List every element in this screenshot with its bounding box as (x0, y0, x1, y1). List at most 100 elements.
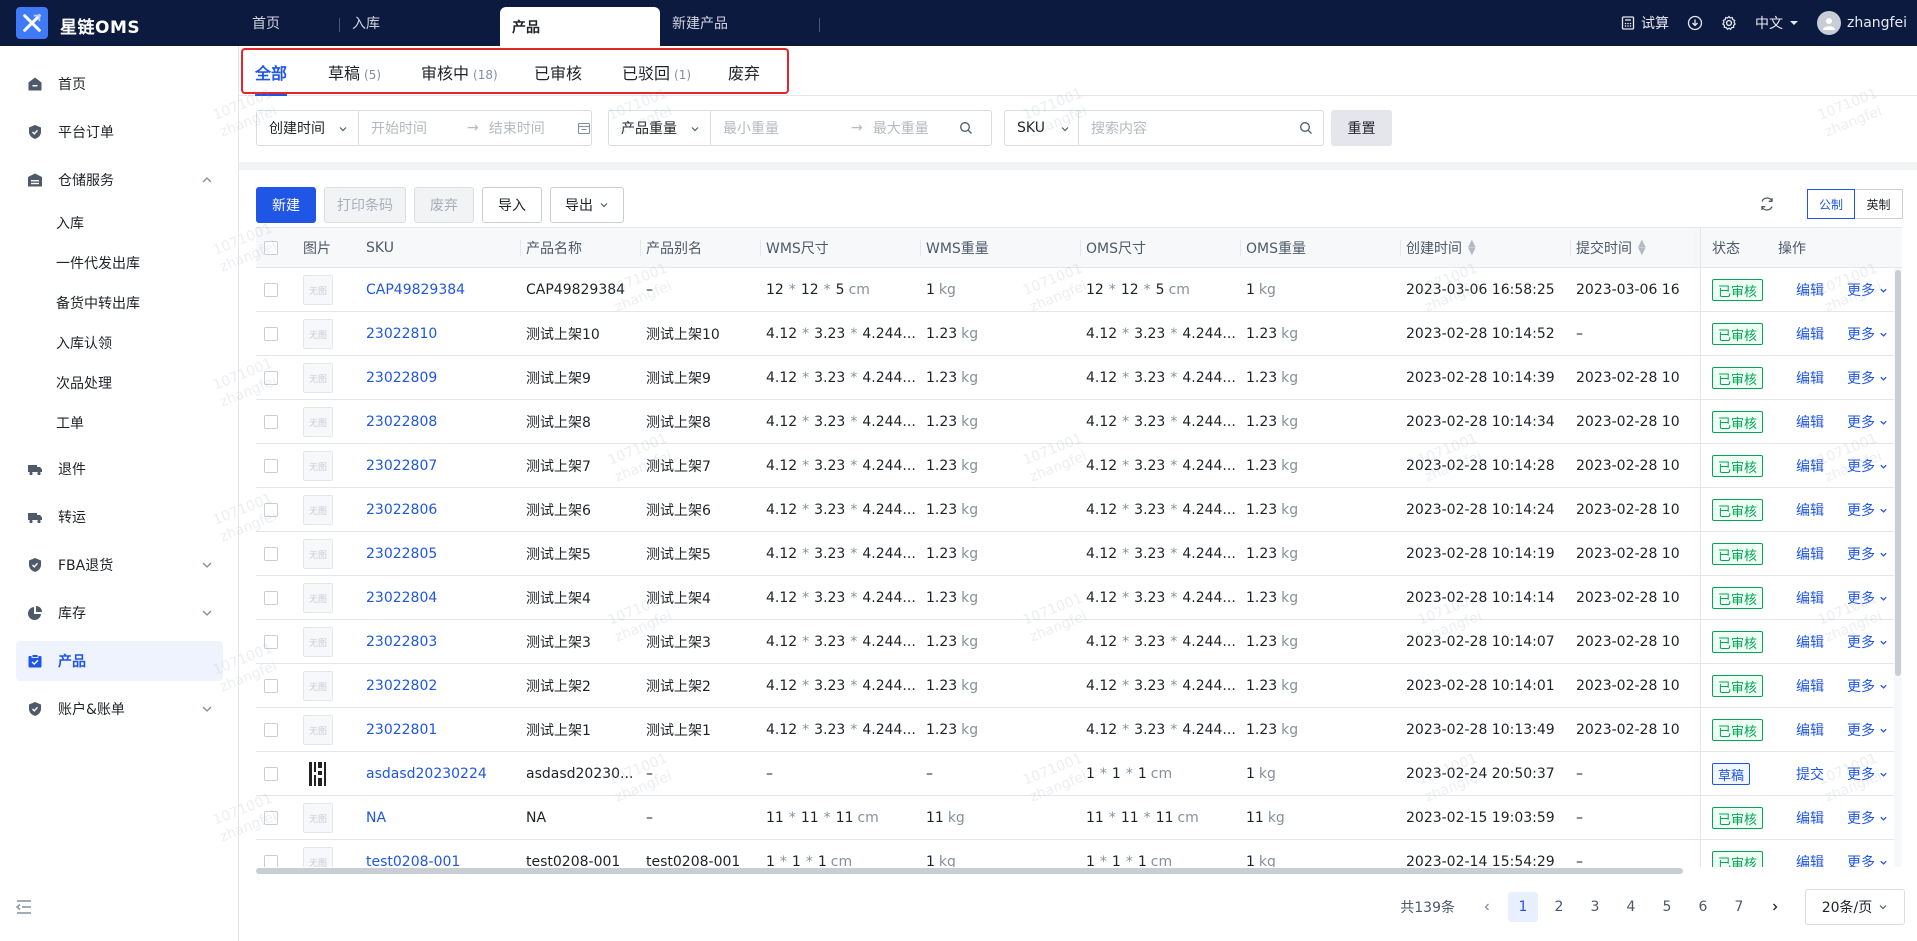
select-all-checkbox[interactable] (264, 228, 278, 268)
row-sku-link[interactable]: CAP49829384 (366, 268, 465, 312)
row-checkbox[interactable] (264, 708, 278, 752)
search-type-select[interactable]: SKU (1005, 111, 1079, 145)
row-more-menu[interactable]: 更多 (1847, 488, 1888, 532)
row-action-edit[interactable]: 编辑 (1796, 444, 1824, 488)
scroll-thumb[interactable] (256, 868, 1683, 874)
row-action-edit[interactable]: 编辑 (1796, 400, 1824, 444)
row-action-edit[interactable]: 编辑 (1796, 796, 1824, 840)
tab-reviewing[interactable]: 审核中 (18) (421, 60, 498, 84)
sidebar-item-warehouse[interactable]: 仓储服务 (16, 160, 223, 200)
row-more-menu[interactable]: 更多 (1847, 576, 1888, 620)
page-number-button[interactable]: 6 (1688, 892, 1718, 922)
row-sku-link[interactable]: asdasd20230224 (366, 752, 487, 796)
next-page-button[interactable] (1760, 892, 1790, 922)
new-product-button[interactable]: 新建 (256, 187, 316, 223)
row-sku-link[interactable]: 23022810 (366, 312, 437, 356)
refresh-icon[interactable] (1759, 196, 1775, 212)
tab-approved[interactable]: 已审核 (534, 60, 582, 84)
sidebar-item-platform-orders[interactable]: 平台订单 (16, 112, 223, 152)
sidebar-item-product[interactable]: 产品 (16, 641, 223, 681)
row-more-menu[interactable]: 更多 (1847, 708, 1888, 752)
row-more-menu[interactable]: 更多 (1847, 620, 1888, 664)
top-tab-home[interactable]: 首页 (240, 0, 340, 46)
tab-all[interactable]: 全部 (255, 60, 288, 96)
row-more-menu[interactable]: 更多 (1847, 752, 1888, 796)
row-more-menu[interactable]: 更多 (1847, 664, 1888, 708)
collapse-menu-icon[interactable] (14, 897, 34, 917)
row-sku-link[interactable]: 23022806 (366, 488, 437, 532)
row-action-edit[interactable]: 编辑 (1796, 268, 1824, 312)
row-checkbox[interactable] (264, 840, 278, 867)
sidebar-item-transit[interactable]: 转运 (16, 497, 223, 537)
row-action-edit[interactable]: 编辑 (1796, 488, 1824, 532)
row-checkbox[interactable] (264, 312, 278, 356)
page-number-button[interactable]: 5 (1652, 892, 1682, 922)
row-sku-link[interactable]: 23022804 (366, 576, 437, 620)
sidebar-subitem-inbound-claim[interactable]: 入库认领 (56, 327, 112, 359)
sidebar-item-fba-returns[interactable]: FBA退货 (16, 545, 223, 585)
row-sku-link[interactable]: 23022803 (366, 620, 437, 664)
top-tab-inbound[interactable]: 入库 (340, 0, 500, 46)
row-more-menu[interactable]: 更多 (1847, 356, 1888, 400)
row-sku-link[interactable]: NA (366, 796, 386, 840)
print-barcode-button[interactable]: 打印条码 (324, 187, 406, 223)
row-sku-link[interactable]: 23022809 (366, 356, 437, 400)
row-checkbox[interactable] (264, 620, 278, 664)
prev-page-button[interactable] (1472, 892, 1502, 922)
page-number-button[interactable]: 2 (1544, 892, 1574, 922)
page-number-button[interactable]: 1 (1508, 892, 1538, 922)
row-checkbox[interactable] (264, 356, 278, 400)
row-checkbox[interactable] (264, 576, 278, 620)
import-button[interactable]: 导入 (482, 187, 542, 223)
row-sku-link[interactable]: test0208-001 (366, 840, 460, 867)
page-number-button[interactable]: 7 (1724, 892, 1754, 922)
row-more-menu[interactable]: 更多 (1847, 532, 1888, 576)
sidebar-subitem-transfer-outbound[interactable]: 备货中转出库 (56, 287, 140, 319)
unit-metric-option[interactable]: 公制 (1807, 189, 1855, 219)
row-sku-link[interactable]: 23022802 (366, 664, 437, 708)
row-more-menu[interactable]: 更多 (1847, 400, 1888, 444)
row-action-edit[interactable]: 编辑 (1796, 708, 1824, 752)
sidebar-item-home[interactable]: 首页 (16, 64, 223, 104)
vertical-scrollbar[interactable] (1894, 268, 1902, 867)
calendar-icon[interactable] (577, 121, 591, 135)
row-sku-link[interactable]: 23022801 (366, 708, 437, 752)
sidebar-subitem-ticket[interactable]: 工单 (56, 407, 84, 439)
export-button[interactable]: 导出 (550, 187, 624, 223)
sidebar-item-inventory[interactable]: 库存 (16, 593, 223, 633)
row-checkbox[interactable] (264, 532, 278, 576)
sidebar-item-returns[interactable]: 退件 (16, 449, 223, 489)
discard-button[interactable]: 废弃 (414, 187, 474, 223)
row-checkbox[interactable] (264, 488, 278, 532)
trial-calc-button[interactable]: 试算 (1621, 13, 1669, 33)
sidebar-item-account-billing[interactable]: 账户&账单 (16, 689, 223, 729)
tab-rejected[interactable]: 已驳回 (1) (622, 60, 691, 84)
row-action-edit[interactable]: 编辑 (1796, 356, 1824, 400)
row-action-edit[interactable]: 编辑 (1796, 664, 1824, 708)
tab-draft[interactable]: 草稿 (5) (328, 60, 381, 84)
reset-button[interactable]: 重置 (1331, 110, 1392, 146)
weight-type-select[interactable]: 产品重量 (609, 111, 711, 145)
row-checkbox[interactable] (264, 268, 278, 312)
row-action-edit[interactable]: 编辑 (1796, 576, 1824, 620)
row-action-submit[interactable]: 提交 (1796, 752, 1824, 796)
horizontal-scrollbar[interactable] (256, 867, 1683, 875)
end-date-input[interactable]: 结束时间 (489, 118, 573, 138)
row-checkbox[interactable] (264, 444, 278, 488)
search-icon[interactable] (959, 121, 973, 135)
col-submitted-time[interactable]: 提交时间 ▲ ▼ (1576, 228, 1646, 268)
scroll-thumb[interactable] (1895, 270, 1901, 676)
row-action-edit[interactable]: 编辑 (1796, 312, 1824, 356)
row-more-menu[interactable]: 更多 (1847, 840, 1888, 867)
row-action-edit[interactable]: 编辑 (1796, 532, 1824, 576)
date-type-select[interactable]: 创建时间 (257, 111, 359, 145)
row-more-menu[interactable]: 更多 (1847, 312, 1888, 356)
download-button[interactable] (1687, 15, 1703, 31)
sidebar-subitem-inbound[interactable]: 入库 (56, 207, 84, 239)
unit-imperial-option[interactable]: 英制 (1855, 189, 1903, 219)
top-tab-product[interactable]: 产品 (500, 7, 660, 46)
row-checkbox[interactable] (264, 400, 278, 444)
tab-discarded[interactable]: 废弃 (728, 60, 760, 84)
row-action-edit[interactable]: 编辑 (1796, 620, 1824, 664)
row-checkbox[interactable] (264, 796, 278, 840)
